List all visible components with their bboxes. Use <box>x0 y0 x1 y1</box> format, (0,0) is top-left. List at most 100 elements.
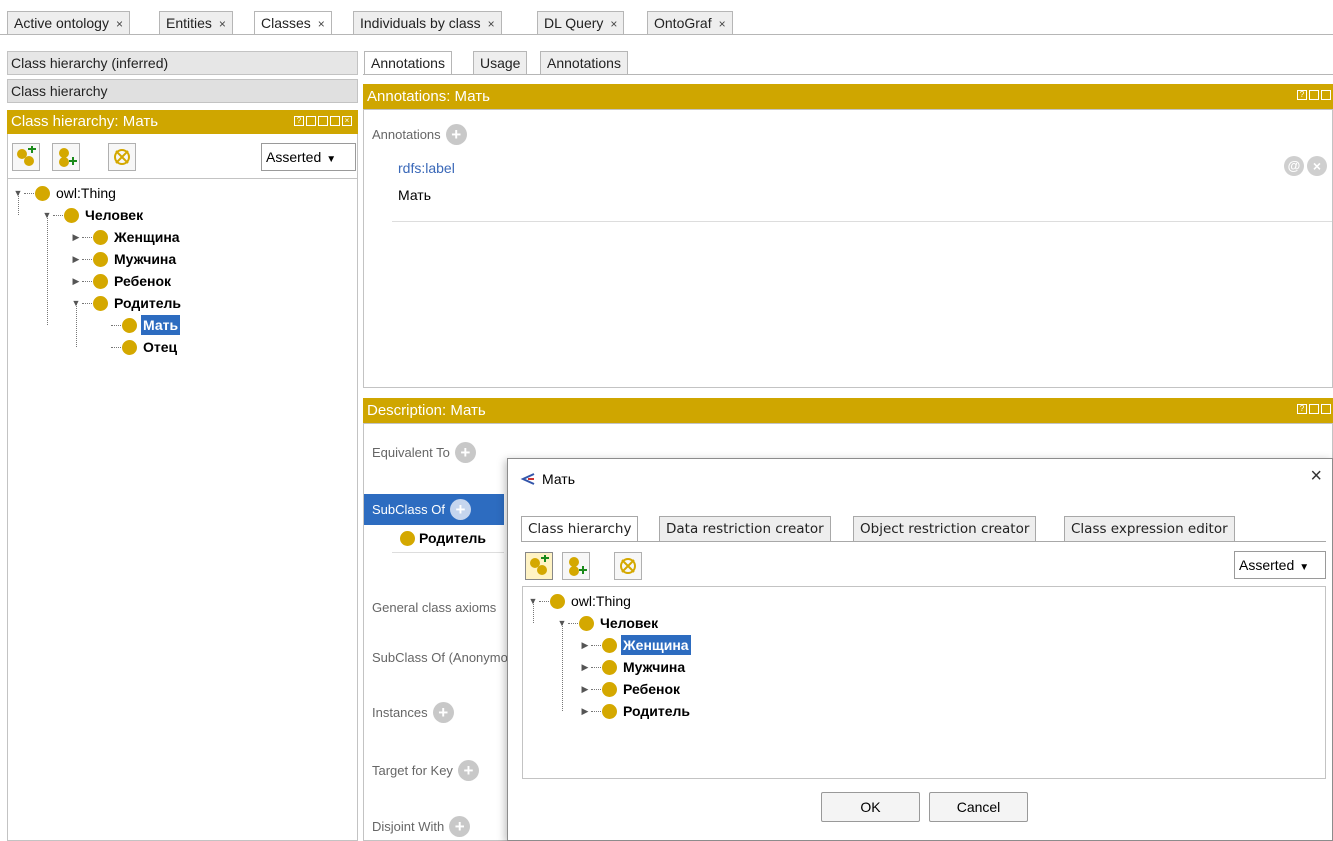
delete-class-button[interactable] <box>614 552 642 580</box>
tab-annotations[interactable]: Annotations <box>364 51 452 75</box>
cancel-button[interactable]: Cancel <box>929 792 1028 822</box>
tree-node-roditel[interactable]: ▼ Родитель <box>70 293 183 313</box>
split-horizontal-icon[interactable] <box>318 116 328 126</box>
tab-classes[interactable]: Classes × <box>254 11 332 35</box>
section-label: Instances <box>372 705 428 720</box>
tree-node-label: Мать <box>141 315 181 335</box>
asserted-dropdown[interactable]: Asserted ▼ <box>1234 551 1326 579</box>
dropdown-value: Asserted <box>1239 557 1295 573</box>
delete-annotation-button[interactable]: × <box>1307 156 1327 176</box>
tree-node-otets[interactable]: Отец <box>99 337 179 357</box>
tree-connector <box>82 236 92 238</box>
add-sibling-class-button[interactable] <box>562 552 590 580</box>
add-superclass-button[interactable]: + <box>449 499 471 520</box>
tab-ontograf[interactable]: OntoGraf × <box>647 11 733 35</box>
superclass-item[interactable]: Родитель <box>400 530 486 546</box>
tree-node-zhenshchina[interactable]: ▶ Женщина <box>579 635 691 655</box>
tree-connector <box>591 710 601 712</box>
view-controls: ? <box>1297 404 1331 414</box>
annotation-property[interactable]: rdfs:label <box>398 160 455 176</box>
tab-class-hierarchy[interactable]: Class hierarchy <box>521 516 639 542</box>
close-icon[interactable]: × <box>219 17 226 31</box>
tab-active-ontology[interactable]: Active ontology × <box>7 11 130 35</box>
collapsed-icon[interactable]: ▶ <box>579 635 591 655</box>
split-vertical-icon[interactable] <box>1309 404 1319 414</box>
tree-node-zhenshchina[interactable]: ▶ Женщина <box>70 227 182 247</box>
add-subclass-button[interactable] <box>12 143 40 171</box>
tree-node-muzhchina[interactable]: ▶ Мужчина <box>70 249 178 269</box>
tab-class-expression-editor[interactable]: Class expression editor <box>1064 516 1235 542</box>
add-instance-button[interactable]: + <box>432 702 454 723</box>
collapsed-icon[interactable]: ▶ <box>70 249 82 269</box>
tab-class-hierarchy-inferred[interactable]: Class hierarchy (inferred) <box>7 51 358 75</box>
tab-class-hierarchy[interactable]: Class hierarchy <box>7 79 358 103</box>
tree-node-owl-thing[interactable]: ▼ owl:Thing <box>12 183 118 203</box>
asserted-dropdown[interactable]: Asserted ▼ <box>261 143 356 171</box>
expanded-icon[interactable]: ▼ <box>41 205 53 225</box>
expanded-icon[interactable]: ▼ <box>70 293 82 313</box>
split-vertical-icon[interactable] <box>306 116 316 126</box>
tree-node-muzhchina[interactable]: ▶ Мужчина <box>579 657 687 677</box>
expanded-icon[interactable]: ▼ <box>556 613 568 633</box>
collapsed-icon[interactable]: ▶ <box>70 227 82 247</box>
split-horizontal-icon[interactable] <box>1321 90 1331 100</box>
tree-node-label: Родитель <box>114 295 181 311</box>
close-icon[interactable]: × <box>488 17 495 31</box>
tree-node-chelovek[interactable]: ▼ Человек <box>41 205 145 225</box>
tree-connector <box>562 623 563 711</box>
collapsed-icon[interactable]: ▶ <box>70 271 82 291</box>
expanded-icon[interactable]: ▼ <box>527 591 539 611</box>
collapsed-icon[interactable]: ▶ <box>579 679 591 699</box>
dialog-title: Мать <box>542 471 576 487</box>
tree-node-label: Ребенок <box>623 681 681 697</box>
tree-node-label: Родитель <box>623 703 690 719</box>
tab-usage[interactable]: Usage <box>473 51 528 75</box>
close-icon[interactable]: × <box>116 17 123 31</box>
tab-dl-query[interactable]: DL Query × <box>537 11 625 35</box>
tree-node-rebenok[interactable]: ▶ Ребенок <box>579 679 682 699</box>
class-icon <box>602 703 617 719</box>
tree-node-roditel[interactable]: ▶ Родитель <box>579 701 692 721</box>
tab-data-restriction-creator[interactable]: Data restriction creator <box>659 516 831 542</box>
tab-entities[interactable]: Entities × <box>159 11 233 35</box>
close-icon[interactable]: × <box>610 17 617 31</box>
class-icon <box>602 681 617 697</box>
delete-class-button[interactable] <box>108 143 136 171</box>
help-icon[interactable]: ? <box>1297 90 1307 100</box>
annotation-language-button[interactable]: @ <box>1284 156 1304 176</box>
tab-label: Entities <box>166 15 212 31</box>
collapsed-icon[interactable]: ▶ <box>579 701 591 721</box>
add-equivalent-button[interactable]: + <box>454 442 476 463</box>
tab-individuals-by-class[interactable]: Individuals by class × <box>353 11 502 35</box>
subclass-of-section-selected[interactable]: SubClass Of + <box>364 494 504 525</box>
add-subclass-button[interactable] <box>525 552 553 580</box>
split-horizontal-icon[interactable] <box>1321 404 1331 414</box>
split-vertical-icon[interactable] <box>1309 90 1319 100</box>
add-subclass-icon <box>530 555 549 575</box>
add-disjoint-button[interactable]: + <box>449 816 471 837</box>
add-annotation-button[interactable]: + <box>445 124 467 145</box>
divider <box>392 552 504 553</box>
annotation-value: Мать <box>398 187 432 203</box>
help-icon[interactable]: ? <box>1297 404 1307 414</box>
float-view-icon[interactable] <box>330 116 340 126</box>
tree-node-rebenok[interactable]: ▶ Ребенок <box>70 271 173 291</box>
close-icon[interactable]: × <box>318 17 325 31</box>
add-key-button[interactable]: + <box>457 760 479 781</box>
protege-logo-icon <box>520 473 535 485</box>
tree-node-owl-thing[interactable]: ▼ owl:Thing <box>527 591 633 611</box>
tree-node-label: Человек <box>600 615 659 631</box>
close-icon[interactable]: × <box>342 116 352 126</box>
tree-node-mat[interactable]: Мать <box>99 315 181 335</box>
tree-node-chelovek[interactable]: ▼ Человек <box>556 613 660 633</box>
collapsed-icon[interactable]: ▶ <box>579 657 591 677</box>
add-sibling-class-button[interactable] <box>52 143 80 171</box>
close-icon[interactable]: × <box>1310 465 1322 488</box>
ok-button[interactable]: OK <box>821 792 920 822</box>
help-icon[interactable]: ? <box>294 116 304 126</box>
tab-object-restriction-creator[interactable]: Object restriction creator <box>853 516 1037 542</box>
expanded-icon[interactable]: ▼ <box>12 183 24 203</box>
tree-connector <box>539 600 549 602</box>
tab-annotations-2[interactable]: Annotations <box>540 51 628 75</box>
close-icon[interactable]: × <box>719 17 726 31</box>
